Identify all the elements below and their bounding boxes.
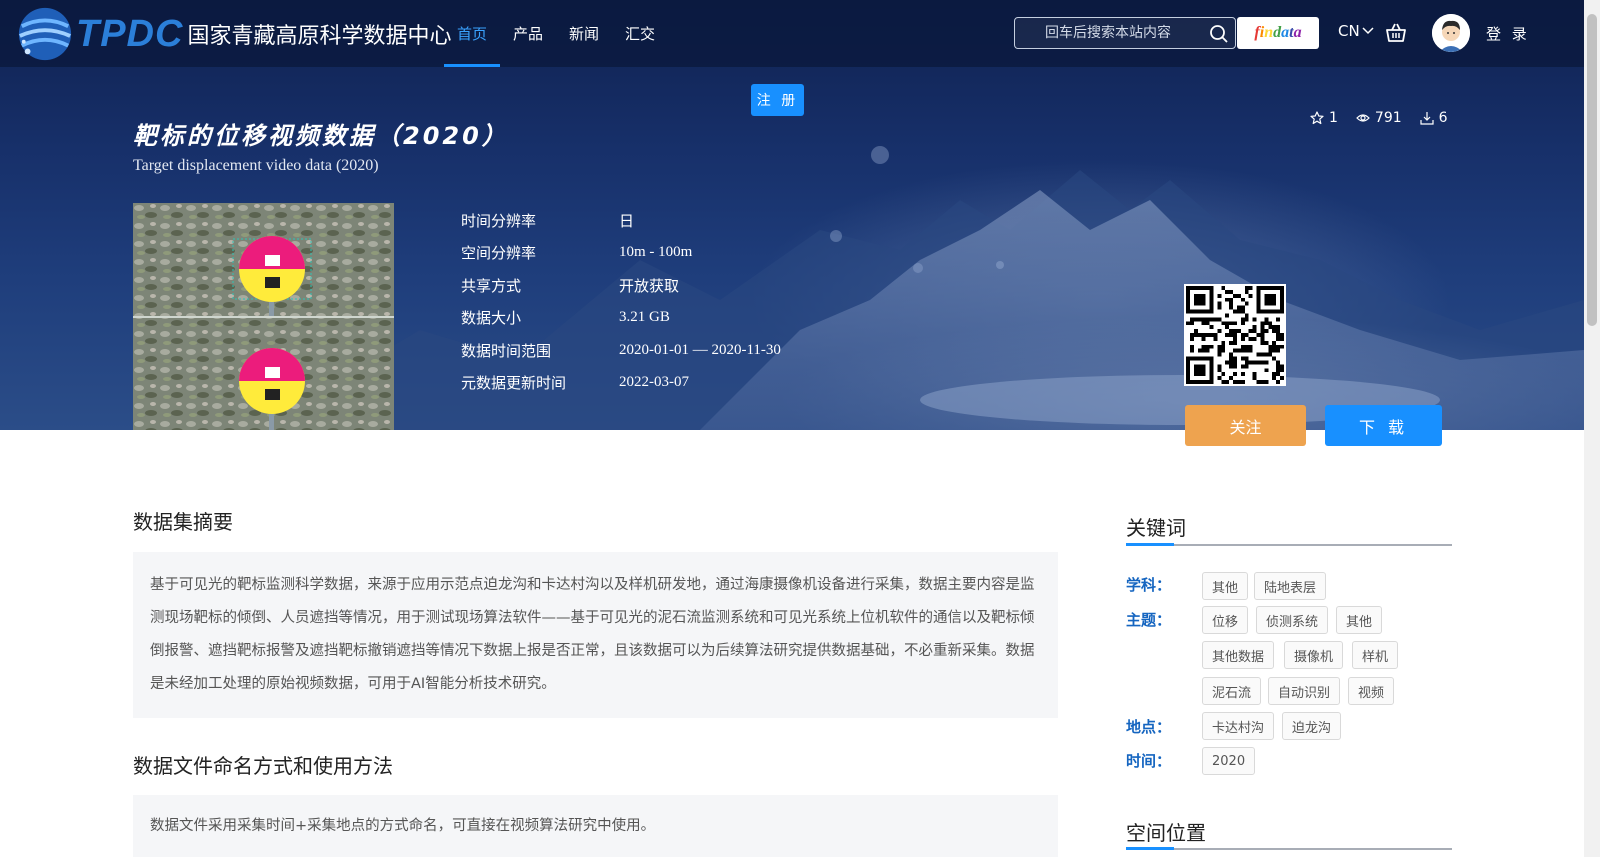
meta-row: 数据大小 3.21 GB	[461, 302, 781, 335]
star-count[interactable]: 1	[1310, 110, 1338, 126]
site-logo[interactable]: TPDC 国家青藏高原科学数据中心	[16, 4, 451, 64]
qr-code	[1184, 284, 1286, 386]
keyword-tag[interactable]: 摄像机	[1284, 641, 1344, 669]
dataset-title-en: Target displacement video data (2020)	[133, 157, 379, 174]
findata-letter: a	[1281, 24, 1290, 41]
language-label: CN	[1338, 22, 1360, 40]
language-switch[interactable]: CN	[1338, 22, 1374, 40]
spatial-divider	[1126, 847, 1452, 850]
usage-text: 数据文件采用采集时间+采集地点的方式命名，可直接在视频算法研究中使用。	[133, 795, 1058, 857]
meta-key: 数据时间范围	[461, 341, 552, 360]
keyword-tag[interactable]: 视频	[1348, 677, 1395, 705]
findata-letter: d	[1273, 24, 1282, 41]
meta-row: 元数据更新时间 2022-03-07	[461, 367, 781, 400]
keyword-tag[interactable]: 卡达村沟	[1202, 712, 1275, 740]
meta-value: 3.21 GB	[619, 309, 670, 326]
menu-item-submit[interactable]: 汇交	[612, 0, 668, 67]
meta-value: 日	[619, 213, 635, 230]
keyword-tag[interactable]: 泥石流	[1202, 677, 1262, 705]
subject-label: 学科：	[1126, 576, 1172, 594]
register-button[interactable]: 注 册	[751, 84, 804, 116]
keyword-tag[interactable]: 其他	[1202, 572, 1249, 600]
keyword-tag[interactable]: 迫龙沟	[1282, 712, 1342, 740]
target-photo	[133, 203, 394, 430]
keywords-divider	[1126, 543, 1452, 546]
place-label: 地点：	[1126, 718, 1172, 736]
login-link[interactable]: 登 录	[1486, 23, 1530, 44]
logo-tpdc-text: TPDC	[76, 12, 184, 55]
basket-icon[interactable]	[1384, 21, 1408, 45]
chevron-down-icon	[1362, 27, 1374, 35]
star-count-value: 1	[1329, 110, 1338, 126]
theme-label: 主题：	[1126, 611, 1172, 629]
dataset-thumbnail	[133, 203, 394, 430]
abstract-title: 数据集摘要	[133, 510, 233, 534]
globe-logo-icon	[18, 7, 72, 61]
keyword-tag[interactable]: 其他数据	[1202, 641, 1275, 669]
meta-row: 空间分辨率 10m - 100m	[461, 237, 781, 270]
abstract-text: 基于可见光的靶标监测科学数据，来源于应用示范点迫龙沟和卡达村沟以及样机研发地，通…	[133, 552, 1058, 718]
dataset-stats: 1 791 6	[1310, 110, 1448, 126]
meta-key: 数据大小	[461, 309, 522, 328]
findata-letter: a	[1293, 24, 1302, 41]
page-scrollbar[interactable]	[1584, 0, 1600, 857]
menu-item-products[interactable]: 产品	[500, 0, 556, 67]
avatar[interactable]	[1432, 14, 1470, 52]
scrollbar-thumb[interactable]	[1587, 14, 1597, 326]
meta-key: 共享方式	[461, 276, 522, 295]
meta-value: 10m - 100m	[619, 244, 693, 261]
download-icon	[1420, 112, 1434, 125]
spatial-title: 空间位置	[1126, 821, 1206, 845]
qr-code-icon	[1186, 286, 1284, 384]
keyword-tag[interactable]: 陆地表层	[1254, 572, 1327, 600]
eye-icon	[1356, 114, 1370, 122]
keyword-tag[interactable]: 位移	[1202, 606, 1249, 634]
meta-row: 数据时间范围 2020-01-01 — 2020-11-30	[461, 334, 781, 367]
time-label: 时间：	[1126, 752, 1172, 770]
dataset-title-cn: 靶标的位移视频数据（2020）	[133, 122, 509, 150]
meta-value: 开放获取	[619, 278, 680, 295]
view-count-value: 791	[1374, 110, 1402, 126]
main-menu: 首页 产品 新闻 汇交	[444, 0, 668, 67]
search-icon[interactable]	[1209, 24, 1229, 44]
meta-row: 时间分辨率 日	[461, 204, 781, 237]
keyword-tag[interactable]: 侦测系统	[1256, 606, 1329, 634]
meta-key: 空间分辨率	[461, 244, 537, 263]
menu-item-news[interactable]: 新闻	[556, 0, 612, 67]
top-navbar: TPDC 国家青藏高原科学数据中心 首页 产品 新闻 汇交 findata CN	[0, 0, 1584, 67]
star-icon	[1310, 111, 1324, 125]
view-count: 791	[1356, 110, 1402, 126]
usage-title: 数据文件命名方式和使用方法	[133, 754, 393, 778]
search-box	[1014, 17, 1236, 49]
follow-button[interactable]: 关注	[1185, 405, 1306, 446]
download-count-value: 6	[1438, 110, 1448, 126]
keyword-tag[interactable]: 样机	[1352, 641, 1399, 669]
download-button[interactable]: 下 载	[1325, 405, 1442, 446]
meta-value: 2020-01-01 — 2020-11-30	[619, 341, 781, 358]
findata-link[interactable]: findata	[1237, 17, 1319, 49]
keyword-tag[interactable]: 其他	[1336, 606, 1383, 634]
download-count: 6	[1420, 110, 1448, 126]
search-input[interactable]	[1015, 18, 1205, 48]
keyword-tag[interactable]: 自动识别	[1268, 677, 1341, 705]
user-avatar-icon	[1432, 14, 1470, 52]
keywords-title: 关键词	[1126, 516, 1186, 540]
dataset-meta: 时间分辨率 日 空间分辨率 10m - 100m 共享方式 开放获取 数据大小 3.21…	[461, 204, 781, 399]
keyword-tag[interactable]: 2020	[1202, 747, 1256, 775]
logo-cn-text: 国家青藏高原科学数据中心	[187, 24, 452, 49]
meta-key: 时间分辨率	[461, 211, 537, 230]
findata-letter: n	[1264, 24, 1274, 41]
meta-value: 2022-03-07	[619, 374, 689, 391]
meta-row: 共享方式 开放获取	[461, 269, 781, 302]
meta-key: 元数据更新时间	[461, 374, 567, 393]
menu-item-home[interactable]: 首页	[444, 0, 501, 67]
